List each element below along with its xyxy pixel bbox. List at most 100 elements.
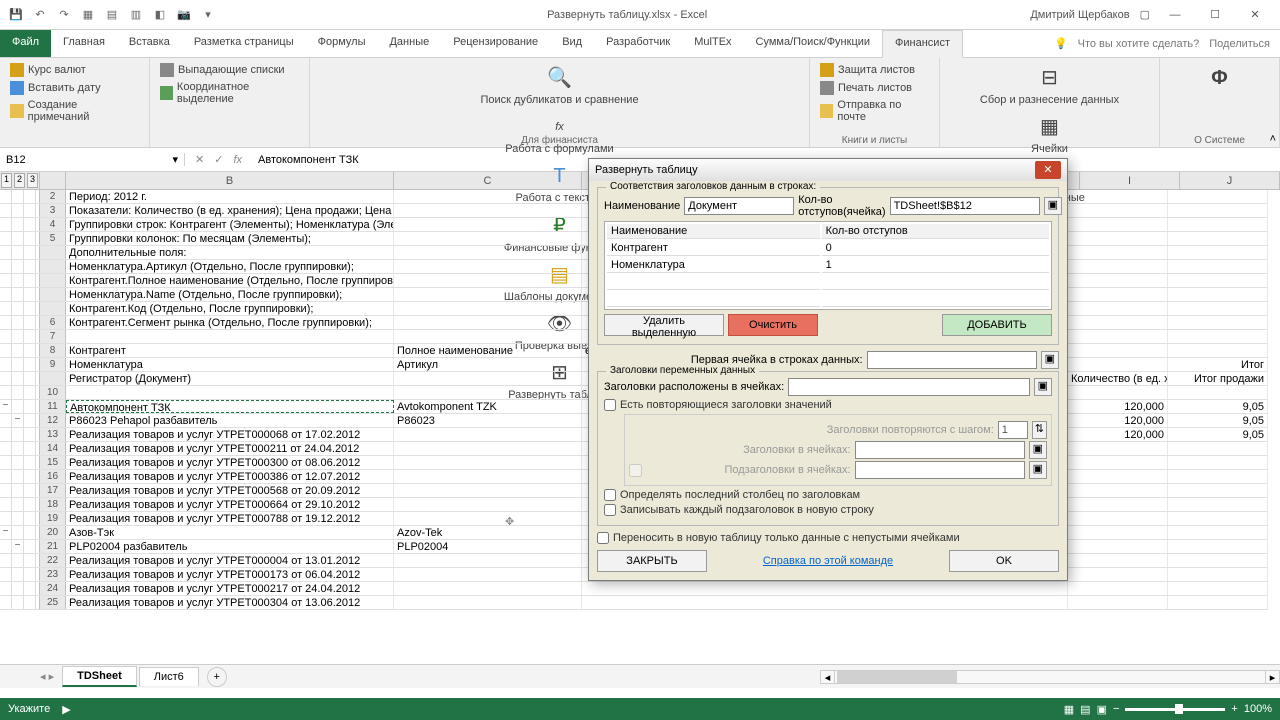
protect-sheets-button[interactable]: Защита листов <box>816 61 933 79</box>
ribbon-options-icon[interactable]: ▢ <box>1140 8 1150 21</box>
about-button[interactable]: Φ <box>1166 61 1273 97</box>
row-header[interactable] <box>40 302 66 315</box>
row-header[interactable]: 18 <box>40 498 66 511</box>
help-link[interactable]: Справка по этой команде <box>763 555 893 567</box>
move-nonempty-checkbox[interactable]: Переносить в новую таблицу только данные… <box>597 532 1059 544</box>
fx-icon[interactable]: fx <box>233 154 242 166</box>
tell-me[interactable]: Что вы хотите сделать? <box>1078 38 1200 50</box>
row-header[interactable] <box>40 372 66 385</box>
redo-icon[interactable]: ↷ <box>56 7 72 23</box>
row-header[interactable]: 22 <box>40 554 66 567</box>
tab-developer[interactable]: Разработчик <box>594 30 682 57</box>
zoom-value[interactable]: 100% <box>1244 703 1272 715</box>
outline-collapse-icon[interactable]: − <box>12 540 24 553</box>
delete-button[interactable]: Удалить выделенную <box>604 314 724 336</box>
row-header[interactable]: 4 <box>40 218 66 231</box>
tab-sum[interactable]: Сумма/Поиск/Функции <box>744 30 883 57</box>
qat-icon[interactable]: ◧ <box>152 7 168 23</box>
write-subheader-checkbox[interactable]: Записывать каждый подзаголовок в новую с… <box>604 504 1052 516</box>
row-header[interactable]: 3 <box>40 204 66 217</box>
horizontal-scrollbar[interactable]: ◂ ▸ <box>820 670 1280 684</box>
row-header[interactable]: 17 <box>40 484 66 497</box>
row-header[interactable]: 15 <box>40 456 66 469</box>
dialog-close-button[interactable]: ✕ <box>1035 161 1061 179</box>
clear-button[interactable]: Очистить <box>728 314 818 336</box>
qat-icon[interactable]: ▤ <box>104 7 120 23</box>
view-layout-icon[interactable]: ▤ <box>1080 703 1090 716</box>
tab-finansist[interactable]: Финансист <box>882 30 963 58</box>
outline-collapse-icon[interactable]: − <box>0 526 12 539</box>
qat-icon[interactable]: ▦ <box>80 7 96 23</box>
row-header[interactable]: 11 <box>40 400 66 413</box>
accept-icon[interactable]: ✓ <box>214 153 223 166</box>
add-sheet-button[interactable]: + <box>207 667 227 687</box>
col-header-j[interactable]: J <box>1180 172 1280 189</box>
cancel-icon[interactable]: ✕ <box>195 153 204 166</box>
maximize-button[interactable]: ☐ <box>1200 8 1230 21</box>
tab-multex[interactable]: MulTEx <box>682 30 743 57</box>
outline-collapse-icon[interactable]: − <box>0 400 12 413</box>
add-button[interactable]: ДОБАВИТЬ <box>942 314 1052 336</box>
sheet-tab[interactable]: Лист6 <box>139 667 199 686</box>
dropdown-lists-button[interactable]: Выпадающие списки <box>156 61 303 79</box>
qat-icon[interactable]: ▥ <box>128 7 144 23</box>
name-box[interactable]: B12 ▾ <box>0 153 185 166</box>
view-break-icon[interactable]: ▣ <box>1097 703 1107 716</box>
tab-formulas[interactable]: Формулы <box>306 30 378 57</box>
sheet-tab-active[interactable]: TDSheet <box>62 666 137 687</box>
row-header[interactable]: 20 <box>40 526 66 539</box>
range-picker-icon[interactable]: ▣ <box>1034 378 1052 396</box>
print-sheets-button[interactable]: Печать листов <box>816 79 933 97</box>
first-cell-input[interactable] <box>867 351 1037 369</box>
zoom-in-icon[interactable]: + <box>1231 703 1237 715</box>
row-header[interactable]: 13 <box>40 428 66 441</box>
collect-data-button[interactable]: ⊟Сбор и разнесение данных <box>946 61 1153 110</box>
send-mail-button[interactable]: Отправка по почте <box>816 97 933 125</box>
ok-button[interactable]: OK <box>949 550 1059 572</box>
row-header[interactable]: 25 <box>40 596 66 609</box>
row-header[interactable] <box>40 274 66 287</box>
chevron-down-icon[interactable]: ▾ <box>172 153 178 166</box>
camera-icon[interactable]: 📷 <box>176 7 192 23</box>
find-duplicates-button[interactable]: 🔍Поиск дубликатов и сравнение <box>316 61 803 110</box>
cells-button[interactable]: ▦Ячейки <box>946 110 1153 159</box>
tab-file[interactable]: Файл <box>0 30 51 57</box>
tab-review[interactable]: Рецензирование <box>441 30 550 57</box>
tab-insert[interactable]: Вставка <box>117 30 182 57</box>
name-input[interactable] <box>684 197 794 215</box>
tab-home[interactable]: Главная <box>51 30 117 57</box>
user-name[interactable]: Дмитрий Щербаков <box>1030 9 1129 21</box>
mapping-table[interactable]: НаименованиеКол-во отступов Контрагент0 … <box>604 221 1052 310</box>
dialog-titlebar[interactable]: Развернуть таблицу ✕ <box>589 159 1067 181</box>
row-header[interactable]: 12 <box>40 414 66 427</box>
sheet-nav-icon[interactable]: ◂ ▸ <box>40 670 54 683</box>
headers-in-input[interactable] <box>788 378 1029 396</box>
tab-data[interactable]: Данные <box>377 30 441 57</box>
outline-level[interactable]: 2 <box>14 173 25 188</box>
view-normal-icon[interactable]: ▦ <box>1064 703 1074 716</box>
row-header[interactable]: 9 <box>40 358 66 371</box>
indent-input[interactable] <box>890 197 1040 215</box>
row-header[interactable] <box>40 246 66 259</box>
outline-collapse-icon[interactable]: − <box>12 414 24 427</box>
row-header[interactable]: 6 <box>40 316 66 329</box>
minimize-button[interactable]: — <box>1160 9 1190 21</box>
row-header[interactable]: 5 <box>40 232 66 245</box>
range-picker-icon[interactable]: ▣ <box>1044 197 1062 215</box>
row-header[interactable]: 2 <box>40 190 66 203</box>
row-header[interactable]: 24 <box>40 582 66 595</box>
repeat-checkbox[interactable]: Есть повторяющиеся заголовки значений <box>604 399 1052 411</box>
close-button[interactable]: ✕ <box>1240 8 1270 21</box>
collapse-ribbon-icon[interactable]: ˄ <box>1270 133 1276 145</box>
close-dialog-button[interactable]: ЗАКРЫТЬ <box>597 550 707 572</box>
row-header[interactable]: 16 <box>40 470 66 483</box>
coord-select-button[interactable]: Координатное выделение <box>156 79 303 107</box>
row-header[interactable]: 19 <box>40 512 66 525</box>
row-header[interactable]: 7 <box>40 330 66 343</box>
outline-level[interactable]: 1 <box>1 173 12 188</box>
qat-dropdown-icon[interactable]: ▾ <box>200 7 216 23</box>
save-icon[interactable]: 💾 <box>8 7 24 23</box>
tab-view[interactable]: Вид <box>550 30 594 57</box>
row-header[interactable]: 8 <box>40 344 66 357</box>
range-picker-icon[interactable]: ▣ <box>1041 351 1059 369</box>
